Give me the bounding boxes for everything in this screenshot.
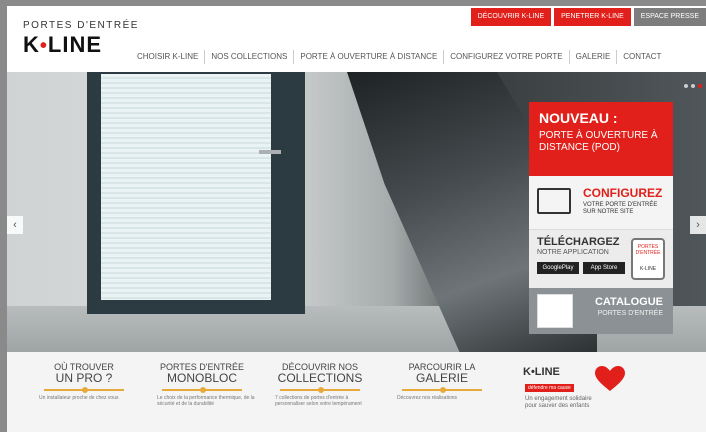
app-store-badge[interactable]: App Store xyxy=(583,262,625,274)
nav-item-configure[interactable]: CONFIGUREZ VOTRE PORTE xyxy=(443,50,568,64)
feature-description: Découvrez nos réalisations xyxy=(397,395,458,401)
slider-dot[interactable] xyxy=(684,84,688,88)
feature-divider xyxy=(162,387,242,393)
top-buttons: DÉCOUVRIR K-LINE PENETRER K-LINE ESPACE … xyxy=(470,8,706,26)
chevron-right-icon[interactable]: › xyxy=(690,216,706,234)
feature-divider xyxy=(44,387,124,393)
phone-icon: PORTES D'ENTRÉE K-LINE xyxy=(631,238,665,280)
feature-description: Le choix de la performance thermique, de… xyxy=(157,395,255,407)
feature-heading-large: MONOBLOC xyxy=(166,371,237,385)
feature-heading-large: UN PRO ? xyxy=(55,371,113,385)
promo-app-subtitle: NOTRE APPLICATION xyxy=(537,249,609,256)
feature-collections[interactable]: DÉCOUVRIR NOS COLLECTIONS 7 collections … xyxy=(265,362,375,407)
feature-description: Un installateur proche de chez vous xyxy=(39,395,119,401)
charity-logo: K•LINE xyxy=(523,366,560,378)
promo-catalogue[interactable]: CATALOGUE PORTES D'ENTRÉE xyxy=(529,288,673,334)
nav-item-collections[interactable]: NOS COLLECTIONS xyxy=(204,50,293,64)
logo-subtitle: PORTES D'ENTRÉE xyxy=(23,20,139,31)
nav-item-choose[interactable]: CHOISIR K-LINE xyxy=(131,50,204,64)
door-handle xyxy=(259,150,281,154)
feature-description: 7 collections de portes d'entrée à perso… xyxy=(275,395,362,407)
slider-dots xyxy=(684,84,702,88)
discover-button[interactable]: DÉCOUVRIR K-LINE xyxy=(470,8,552,26)
phone-text-doors: PORTES D'ENTRÉE xyxy=(635,244,661,256)
promo-new-title: NOUVEAU : xyxy=(539,110,618,126)
slider-dot-active[interactable] xyxy=(698,84,702,88)
promo-configure-title: CONFIGUREZ xyxy=(583,186,663,200)
hero-door-image xyxy=(87,72,305,314)
feature-gallery[interactable]: PARCOURIR LA GALERIE Découvrez nos réali… xyxy=(387,362,497,401)
catalogue-icon xyxy=(537,294,573,328)
feature-find-pro[interactable]: OÙ TROUVER UN PRO ? Un installateur proc… xyxy=(29,362,139,401)
side-promo-panel: NOUVEAU : PORTE À OUVERTURE À DISTANCE (… xyxy=(529,102,673,334)
promo-catalogue-subtitle: PORTES D'ENTRÉE xyxy=(597,310,663,317)
slider-dot[interactable] xyxy=(691,84,695,88)
feature-heading-large: COLLECTIONS xyxy=(277,371,363,385)
kline-logo[interactable]: PORTES D'ENTRÉE K•LINE xyxy=(23,20,139,58)
penetrate-button[interactable]: PENETRER K-LINE xyxy=(554,8,631,26)
promo-configure[interactable]: CONFIGUREZ VOTRE PORTE D'ENTRÉE SUR NOTR… xyxy=(529,176,673,230)
logo-dot-icon: • xyxy=(39,35,48,57)
feature-heading-large: GALERIE xyxy=(415,371,469,385)
logo-wordmark: K•LINE xyxy=(23,32,139,58)
nav-item-contact[interactable]: CONTACT xyxy=(616,50,667,64)
logo-line: LINE xyxy=(47,32,103,57)
charity-badge: défendre ma cause xyxy=(525,384,574,392)
google-play-badge[interactable]: GooglePlay xyxy=(537,262,579,274)
browser-page: PORTES D'ENTRÉE K•LINE DÉCOUVRIR K-LINE … xyxy=(7,6,706,432)
logo-k: K xyxy=(23,32,40,57)
feature-divider xyxy=(402,387,482,393)
charity-description: Un engagement solidaire pour sauver des … xyxy=(525,396,592,409)
press-space-button[interactable]: ESPACE PRESSE xyxy=(633,8,706,26)
promo-app-title: TÉLÉCHARGEZ xyxy=(537,236,620,248)
kline-charity[interactable]: K•LINE défendre ma cause Un engagement s… xyxy=(523,366,643,409)
chevron-left-icon[interactable]: ‹ xyxy=(7,216,23,234)
promo-configure-subtitle: VOTRE PORTE D'ENTRÉE SUR NOTRE SITE xyxy=(583,202,658,215)
feature-divider xyxy=(280,387,360,393)
site-header: PORTES D'ENTRÉE K•LINE DÉCOUVRIR K-LINE … xyxy=(7,6,706,72)
main-nav: CHOISIR K-LINE NOS COLLECTIONS PORTE À O… xyxy=(131,50,667,64)
phone-text-kline: K-LINE xyxy=(639,266,657,272)
heart-icon xyxy=(595,366,625,391)
promo-new-subtitle: PORTE À OUVERTURE À DISTANCE (POD) xyxy=(539,130,658,153)
nav-item-gallery[interactable]: GALERIE xyxy=(568,50,617,64)
feature-strip: OÙ TROUVER UN PRO ? Un installateur proc… xyxy=(7,352,706,432)
promo-app-download[interactable]: TÉLÉCHARGEZ NOTRE APPLICATION GooglePlay… xyxy=(529,230,673,288)
nav-item-remote-door[interactable]: PORTE À OUVERTURE À DISTANCE xyxy=(293,50,443,64)
promo-catalogue-title: CATALOGUE xyxy=(594,296,663,308)
promo-new-remote-door[interactable]: NOUVEAU : PORTE À OUVERTURE À DISTANCE (… xyxy=(529,102,673,176)
door-glass xyxy=(101,74,271,300)
monitor-icon xyxy=(537,188,571,214)
feature-monobloc[interactable]: PORTES D'ENTRÉE MONOBLOC Le choix de la … xyxy=(147,362,257,407)
